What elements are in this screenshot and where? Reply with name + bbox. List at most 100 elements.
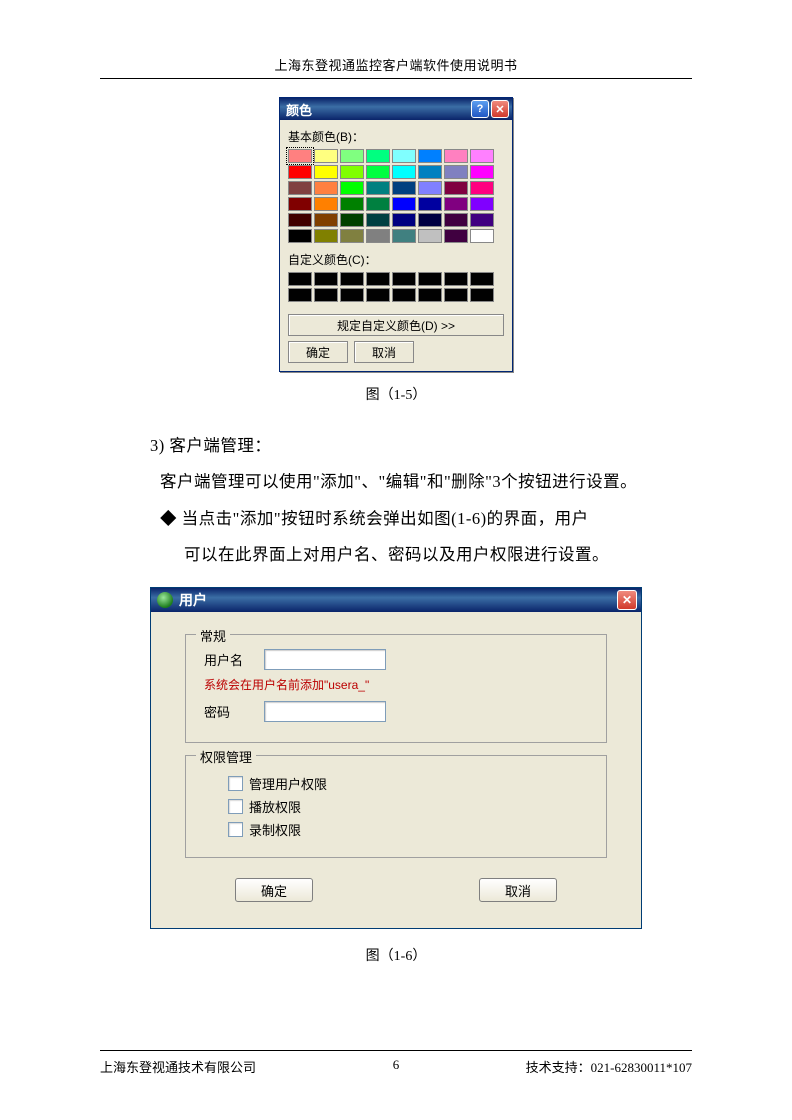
color-swatch[interactable]: [470, 213, 494, 227]
paragraph-1: 客户端管理可以使用"添加"、"编辑"和"删除"3个按钮进行设置。: [160, 464, 670, 500]
figure-1-5-caption: 图（1-5）: [100, 384, 692, 404]
color-swatch[interactable]: [444, 181, 468, 195]
custom-color-swatch[interactable]: [340, 288, 364, 302]
color-swatch[interactable]: [288, 181, 312, 195]
color-swatch[interactable]: [314, 149, 338, 163]
color-swatch[interactable]: [288, 213, 312, 227]
color-swatch[interactable]: [366, 213, 390, 227]
page-footer: 上海东登视通技术有限公司 6 技术支持：021-62830011*107: [100, 1050, 692, 1076]
color-swatch[interactable]: [366, 197, 390, 211]
custom-color-swatch[interactable]: [288, 272, 312, 286]
color-swatch[interactable]: [392, 197, 416, 211]
define-custom-color-button[interactable]: 规定自定义颜色(D) >>: [288, 314, 504, 336]
custom-color-swatch[interactable]: [418, 272, 442, 286]
playback-checkbox[interactable]: [228, 799, 243, 814]
color-swatch[interactable]: [392, 181, 416, 195]
color-swatch[interactable]: [314, 197, 338, 211]
color-dialog: 颜色 ? ✕ 基本颜色(B)： 自定义颜色(C)： 规定自定义颜色(D) >> …: [279, 97, 513, 372]
color-swatch[interactable]: [340, 165, 364, 179]
help-button[interactable]: ?: [471, 100, 489, 118]
custom-color-swatch[interactable]: [340, 272, 364, 286]
color-swatch[interactable]: [288, 165, 312, 179]
custom-color-swatch[interactable]: [288, 288, 312, 302]
close-button[interactable]: ✕: [491, 100, 509, 118]
custom-colors-label: 自定义颜色(C)：: [288, 251, 504, 268]
color-swatch[interactable]: [366, 229, 390, 243]
custom-color-swatch[interactable]: [366, 272, 390, 286]
figure-1-6-caption: 图（1-6）: [100, 945, 692, 965]
permissions-legend: 权限管理: [196, 747, 256, 766]
color-swatch[interactable]: [314, 213, 338, 227]
color-swatch[interactable]: [470, 181, 494, 195]
bullet-1-line2: 可以在此界面上对用户名、密码以及用户权限进行设置。: [184, 537, 670, 573]
custom-color-swatch[interactable]: [392, 272, 416, 286]
custom-color-swatch[interactable]: [444, 288, 468, 302]
user-dialog-close-button[interactable]: ✕: [617, 590, 637, 610]
custom-color-swatch[interactable]: [418, 288, 442, 302]
username-hint: 系统会在用户名前添加"usera_": [204, 676, 588, 693]
color-swatch[interactable]: [366, 181, 390, 195]
color-swatch[interactable]: [418, 149, 442, 163]
record-checkbox[interactable]: [228, 822, 243, 837]
color-swatch[interactable]: [314, 229, 338, 243]
record-label: 录制权限: [249, 820, 301, 839]
color-swatch[interactable]: [444, 149, 468, 163]
color-swatch[interactable]: [340, 149, 364, 163]
color-swatch[interactable]: [340, 213, 364, 227]
color-swatch[interactable]: [418, 197, 442, 211]
permissions-fieldset: 权限管理 管理用户权限 播放权限 录制权限: [185, 755, 607, 858]
color-swatch[interactable]: [288, 229, 312, 243]
password-input[interactable]: [264, 701, 386, 722]
color-dialog-titlebar: 颜色 ? ✕: [280, 98, 512, 120]
custom-color-swatch[interactable]: [444, 272, 468, 286]
general-legend: 常规: [196, 626, 230, 645]
custom-color-swatch[interactable]: [314, 272, 338, 286]
user-cancel-button[interactable]: 取消: [479, 878, 557, 902]
color-swatch[interactable]: [340, 197, 364, 211]
color-swatch[interactable]: [366, 165, 390, 179]
custom-color-swatch[interactable]: [470, 272, 494, 286]
basic-colors-label: 基本颜色(B)：: [288, 128, 504, 145]
header-divider: [100, 78, 692, 79]
color-cancel-button[interactable]: 取消: [354, 341, 414, 363]
color-swatch[interactable]: [418, 213, 442, 227]
custom-color-swatch[interactable]: [470, 288, 494, 302]
color-swatch[interactable]: [288, 197, 312, 211]
color-swatch[interactable]: [470, 197, 494, 211]
color-swatch[interactable]: [444, 165, 468, 179]
color-swatch[interactable]: [366, 149, 390, 163]
color-swatch[interactable]: [392, 229, 416, 243]
custom-color-swatch[interactable]: [392, 288, 416, 302]
color-swatch[interactable]: [418, 181, 442, 195]
color-swatch[interactable]: [392, 213, 416, 227]
manage-users-label: 管理用户权限: [249, 774, 327, 793]
password-label: 密码: [204, 702, 264, 721]
color-swatch[interactable]: [340, 229, 364, 243]
custom-color-swatch[interactable]: [366, 288, 390, 302]
basic-colors-grid: [288, 149, 504, 243]
color-swatch[interactable]: [444, 213, 468, 227]
footer-page-number: 6: [100, 1057, 692, 1073]
color-swatch[interactable]: [288, 149, 312, 163]
color-swatch[interactable]: [470, 229, 494, 243]
color-swatch[interactable]: [392, 165, 416, 179]
color-swatch[interactable]: [392, 149, 416, 163]
color-swatch[interactable]: [314, 181, 338, 195]
color-swatch[interactable]: [470, 149, 494, 163]
color-ok-button[interactable]: 确定: [288, 341, 348, 363]
color-swatch[interactable]: [444, 197, 468, 211]
username-label: 用户名: [204, 650, 264, 669]
color-swatch[interactable]: [418, 229, 442, 243]
color-swatch[interactable]: [444, 229, 468, 243]
color-swatch[interactable]: [340, 181, 364, 195]
color-swatch[interactable]: [418, 165, 442, 179]
user-ok-button[interactable]: 确定: [235, 878, 313, 902]
color-swatch[interactable]: [314, 165, 338, 179]
color-swatch[interactable]: [470, 165, 494, 179]
manage-users-checkbox[interactable]: [228, 776, 243, 791]
custom-color-swatch[interactable]: [314, 288, 338, 302]
username-input[interactable]: [264, 649, 386, 670]
user-dialog-icon: [157, 592, 173, 608]
user-dialog: 用户 ✕ 常规 用户名 系统会在用户名前添加"usera_" 密码 权限管理: [150, 587, 642, 929]
section-3-heading: 3) 客户端管理：: [150, 428, 670, 464]
